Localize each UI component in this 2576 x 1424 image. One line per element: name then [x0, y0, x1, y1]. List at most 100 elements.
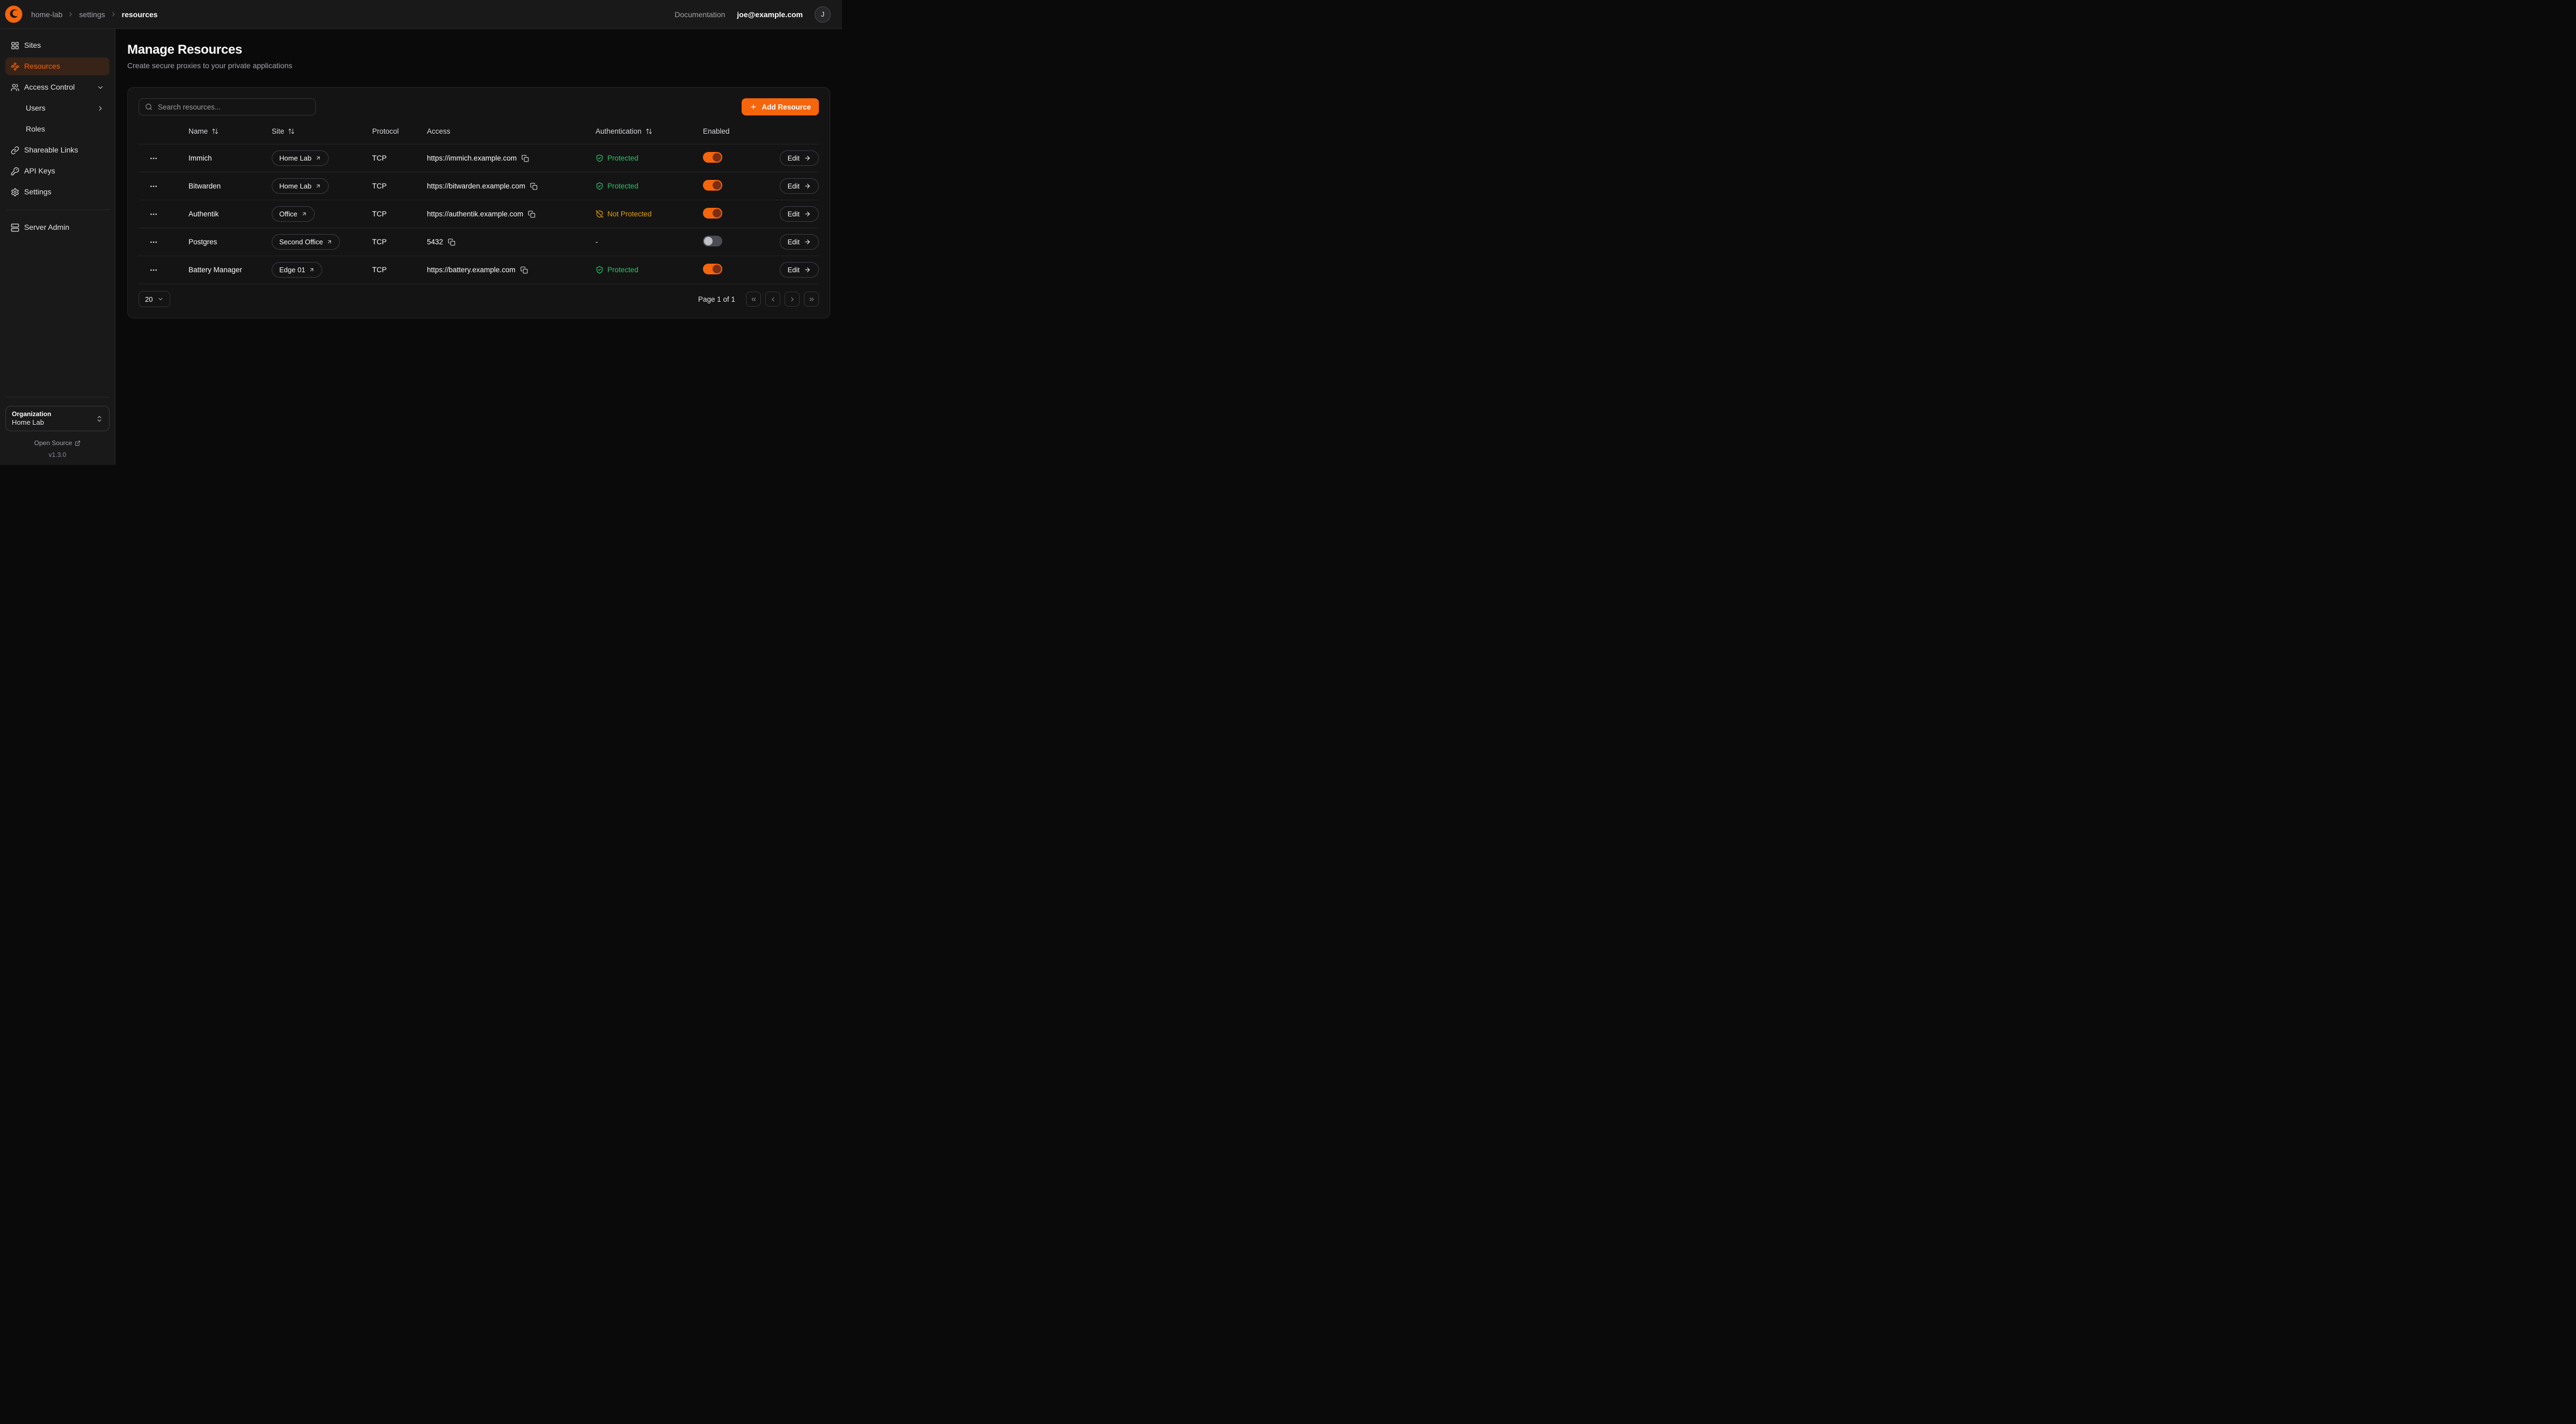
last-page-button[interactable]: [804, 292, 819, 307]
arrow-up-right-icon: [315, 155, 321, 161]
page-title: Manage Resources: [127, 42, 830, 57]
page-size-value: 20: [145, 295, 153, 303]
copy-icon[interactable]: [530, 183, 538, 190]
sidebar-item-resources[interactable]: Resources: [5, 57, 110, 75]
edit-button[interactable]: Edit: [780, 234, 819, 250]
table-row: Bitwarden Home Lab TCP https://bitwarden…: [139, 172, 819, 200]
enabled-toggle[interactable]: [703, 152, 722, 163]
sidebar-item-sites[interactable]: Sites: [5, 37, 110, 54]
row-actions-button[interactable]: [146, 263, 161, 278]
search-icon: [145, 103, 153, 111]
row-actions-button[interactable]: [146, 151, 161, 166]
arrow-right-icon: [804, 183, 811, 190]
site-link-button[interactable]: Office: [272, 206, 315, 222]
auth-label: -: [596, 238, 598, 246]
enabled-toggle[interactable]: [703, 236, 722, 246]
card-toolbar: Add Resource: [139, 98, 819, 115]
site-link-button[interactable]: Home Lab: [272, 150, 329, 166]
arrow-right-icon: [804, 238, 811, 245]
sidebar-item-label: Users: [26, 104, 46, 113]
header-protocol: Protocol: [372, 127, 427, 135]
arrow-up-right-icon: [309, 267, 315, 273]
row-actions-button[interactable]: [146, 235, 161, 250]
resource-access-url: https://battery.example.com: [427, 266, 516, 274]
chevrons-left-icon: [750, 296, 757, 303]
sidebar-item-server-admin[interactable]: Server Admin: [5, 219, 110, 236]
search-input[interactable]: [157, 103, 309, 112]
edit-button[interactable]: Edit: [780, 150, 819, 166]
sidebar-item-access-control[interactable]: Access Control: [5, 78, 110, 96]
sidebar-item-label: Server Admin: [24, 223, 69, 232]
shield-check-icon: [596, 182, 604, 190]
resource-name: Bitwarden: [188, 182, 272, 190]
resource-name: Battery Manager: [188, 266, 272, 274]
sort-icon: [212, 128, 219, 135]
site-link-button[interactable]: Second Office: [272, 234, 340, 250]
auth-status: Not Protected: [596, 210, 703, 218]
first-page-button[interactable]: [746, 292, 761, 307]
organization-selector[interactable]: Organization Home Lab: [5, 406, 110, 431]
page-size-select[interactable]: 20: [139, 291, 170, 307]
sort-icon: [288, 128, 295, 135]
previous-page-button[interactable]: [765, 292, 780, 307]
auth-label: Not Protected: [607, 210, 652, 218]
shield-check-icon: [596, 154, 604, 162]
sidebar-item-shareable-links[interactable]: Shareable Links: [5, 141, 110, 159]
table-row: Postgres Second Office TCP 5432 - Edit: [139, 228, 819, 256]
breadcrumb-home-lab[interactable]: home-lab: [31, 10, 62, 19]
sidebar: Sites Resources Access Control Users Rol…: [0, 29, 115, 465]
edit-button[interactable]: Edit: [780, 206, 819, 222]
enabled-toggle[interactable]: [703, 180, 722, 191]
page-info: Page 1 of 1: [698, 295, 735, 303]
sidebar-nav: Sites Resources Access Control Users Rol…: [5, 37, 110, 236]
sidebar-item-roles[interactable]: Roles: [5, 120, 110, 138]
copy-icon[interactable]: [528, 210, 535, 218]
app-logo[interactable]: [5, 5, 23, 23]
site-link-button[interactable]: Home Lab: [272, 178, 329, 194]
shield-off-icon: [596, 210, 604, 218]
ellipsis-icon: [149, 154, 158, 163]
sidebar-item-settings[interactable]: Settings: [5, 183, 110, 201]
auth-status: Protected: [596, 266, 703, 274]
header-name[interactable]: Name: [188, 127, 272, 135]
copy-icon[interactable]: [448, 238, 455, 246]
add-resource-button[interactable]: Add Resource: [742, 98, 819, 115]
sidebar-item-api-keys[interactable]: API Keys: [5, 162, 110, 180]
sidebar-item-users[interactable]: Users: [5, 99, 110, 117]
sidebar-footer: Organization Home Lab Open Source v1.3.0: [5, 397, 110, 459]
documentation-link[interactable]: Documentation: [674, 10, 725, 19]
copy-icon[interactable]: [520, 266, 528, 274]
site-name: Second Office: [279, 238, 323, 246]
header-authentication[interactable]: Authentication: [596, 127, 703, 135]
edit-button[interactable]: Edit: [780, 178, 819, 194]
sidebar-item-label: Shareable Links: [24, 146, 78, 155]
topbar-right: Documentation joe@example.com J: [674, 6, 831, 23]
enabled-toggle[interactable]: [703, 264, 722, 274]
open-source-link[interactable]: Open Source: [5, 439, 110, 447]
sidebar-divider: [5, 209, 110, 210]
next-page-button[interactable]: [785, 292, 800, 307]
breadcrumb-settings[interactable]: settings: [79, 10, 105, 19]
topbar: home-lab settings resources Documentatio…: [0, 0, 842, 29]
breadcrumb-resources: resources: [122, 10, 158, 19]
table-row: Immich Home Lab TCP https://immich.examp…: [139, 144, 819, 172]
site-link-button[interactable]: Edge 01: [272, 262, 322, 278]
arrow-up-right-icon: [326, 239, 332, 245]
sidebar-item-label: Resources: [24, 62, 60, 71]
enabled-toggle[interactable]: [703, 208, 722, 219]
edit-button[interactable]: Edit: [780, 262, 819, 278]
row-actions-button[interactable]: [146, 179, 161, 194]
row-actions-button[interactable]: [146, 207, 161, 222]
resource-protocol: TCP: [372, 210, 427, 218]
copy-icon[interactable]: [521, 155, 529, 162]
version-label: v1.3.0: [5, 451, 110, 459]
resource-access-url: https://bitwarden.example.com: [427, 182, 525, 190]
auth-label: Protected: [607, 154, 638, 162]
header-site[interactable]: Site: [272, 127, 372, 135]
add-resource-label: Add Resource: [761, 103, 811, 111]
chevron-right-icon: [97, 105, 104, 112]
avatar[interactable]: J: [815, 6, 831, 23]
user-email[interactable]: joe@example.com: [737, 10, 803, 19]
search-box[interactable]: [139, 98, 316, 115]
pagination: Page 1 of 1: [698, 292, 819, 307]
